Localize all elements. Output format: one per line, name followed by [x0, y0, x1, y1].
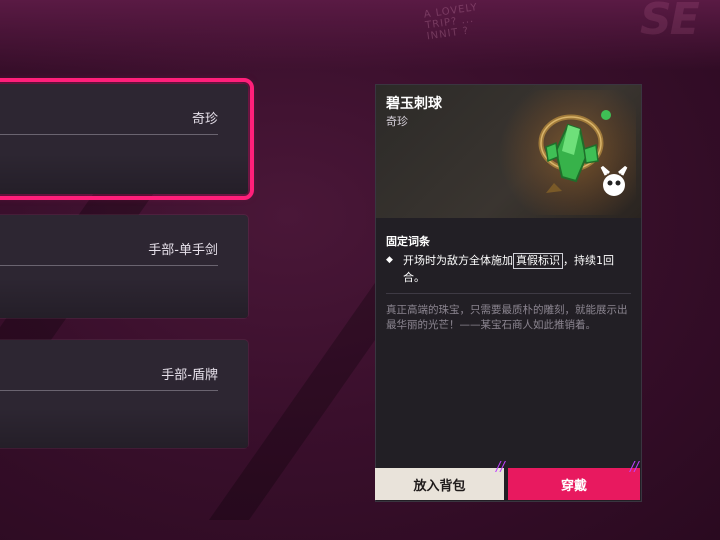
item-card-category: 手部-单手剑 [148, 243, 218, 258]
item-card-1[interactable]: 奇珍 [0, 78, 254, 200]
item-card-category: 奇珍 [191, 112, 218, 127]
flavor-text: 真正高端的珠宝，只需要最质朴的雕刻，就能展示出最华丽的光芒！——某宝石商人如此推… [386, 304, 628, 331]
item-card-shade [0, 278, 248, 318]
item-card-2[interactable]: 手部-单手剑 [0, 215, 248, 318]
fixed-affix-title: 固定词条 [386, 235, 430, 248]
item-card-divider [0, 265, 218, 266]
background-band [0, 0, 720, 70]
diamond-bullet-icon: ◆ [386, 255, 393, 265]
jade-spike-ball-icon [538, 110, 628, 196]
item-card-divider [0, 134, 218, 135]
put-in-bag-button[interactable]: 放入背包 [375, 468, 504, 500]
item-rarity: 奇珍 [386, 115, 408, 128]
item-card-3[interactable]: 手部-盾牌 [0, 340, 248, 448]
item-detail-panel: 碧玉刺球 奇珍 固定词条 ◆ 开场时为敌方全体施加 真假标识 ，持续1回合。 真正高… [375, 84, 642, 502]
keyword-true-false-mark[interactable]: 真假标识 [513, 253, 563, 269]
item-name: 碧玉刺球 [386, 96, 442, 112]
background-deco-logo: SE [640, 0, 700, 45]
equip-button[interactable]: 穿戴 [508, 468, 640, 500]
item-card-category: 手部-盾牌 [161, 368, 218, 383]
affix-effect-before: 开场时为敌方全体施加 [403, 254, 513, 267]
detail-divider [386, 293, 631, 294]
affix-effect-text: 开场时为敌方全体施加 真假标识 ，持续1回合。 [403, 252, 631, 286]
item-card-divider [0, 390, 218, 391]
button-deco-slash-icon: // [496, 460, 505, 475]
button-deco-slash-icon: // [630, 460, 639, 475]
item-card-shade [0, 154, 248, 194]
affix-effect: ◆ 开场时为敌方全体施加 真假标识 ，持续1回合。 [386, 252, 631, 286]
item-card-shade [0, 408, 248, 448]
